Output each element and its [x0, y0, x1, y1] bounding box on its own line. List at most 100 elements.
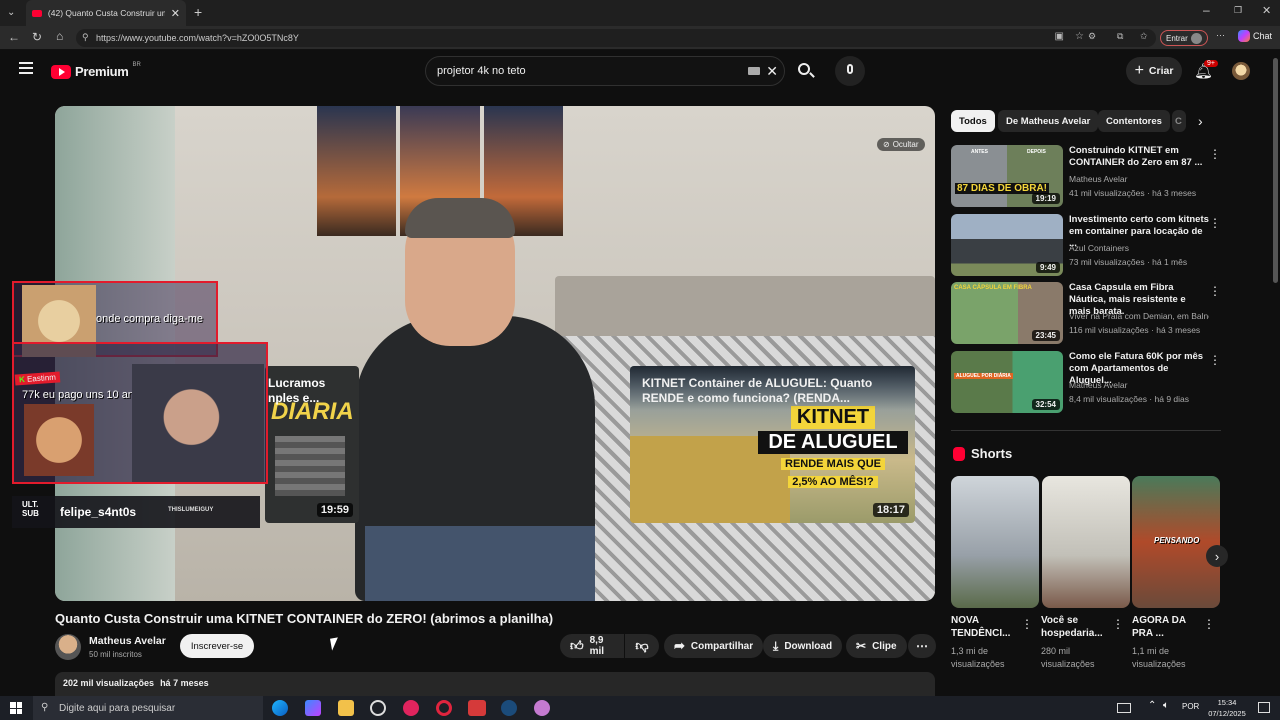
thumbs-down-icon: 👎︎: [635, 638, 649, 653]
stream-overlay-message-2: K Eastinm 77k eu pago uns 10 anos de alu…: [12, 342, 268, 484]
hamburger-menu-icon[interactable]: [19, 62, 33, 74]
avatar: [1190, 32, 1202, 44]
url-input[interactable]: ⚲ https://www.youtube.com/watch?v=hZO0O5…: [76, 29, 1156, 47]
recommended-video[interactable]: ALUGUEL POR DIÁRIA 32:54 Como ele Fatura…: [951, 351, 1221, 413]
laughing-meme-image: [24, 404, 94, 476]
create-button[interactable]: + Criar: [1126, 57, 1182, 85]
maximize-icon[interactable]: ❐: [1234, 5, 1242, 16]
reload-icon[interactable]: ↻: [32, 30, 42, 44]
like-button[interactable]: 👍︎ 8,9 mil: [560, 634, 624, 658]
home-icon[interactable]: ⌂: [56, 29, 63, 43]
recommended-video[interactable]: ANTES DEPOIS 87 DIAS DE OBRA! 19:19 Cons…: [951, 145, 1221, 207]
new-tab-icon[interactable]: +: [194, 4, 202, 20]
more-vert-icon[interactable]: ⋮: [1209, 284, 1221, 298]
app-icon[interactable]: [468, 700, 486, 716]
rec-title: Construindo KITNET em CONTAINER do Zero …: [1069, 145, 1203, 168]
shorts-logo-icon: [953, 446, 965, 461]
microphone-icon: [847, 64, 853, 74]
chip-all[interactable]: Todos: [951, 110, 995, 132]
hide-endscreen-button[interactable]: ⊘ Ocultar: [877, 138, 925, 151]
clip-label: Clipe: [872, 640, 897, 652]
dislike-button[interactable]: 👎︎: [625, 634, 659, 658]
recommended-video[interactable]: 9:49 Investimento certo com kitnets em c…: [951, 214, 1221, 276]
media-player-icon[interactable]: [403, 700, 419, 716]
date: 07/12/2025: [1208, 709, 1246, 718]
browser-tab-active[interactable]: (42) Quanto Custa Construir uma K ✕: [26, 0, 186, 26]
tab-close-icon[interactable]: ✕: [171, 7, 180, 20]
extensions-icon[interactable]: ⚙: [1088, 31, 1096, 42]
copilot-icon[interactable]: [305, 700, 321, 716]
youtube-header: Premium BR projetor 4k no teto ✕ + Criar…: [0, 50, 1270, 92]
youtube-logo[interactable]: Premium BR: [51, 62, 141, 79]
edge-browser-icon[interactable]: [272, 700, 288, 716]
windows-start-icon[interactable]: [10, 702, 22, 714]
shorts-next-button[interactable]: ›: [1206, 545, 1228, 567]
voice-search-button[interactable]: [835, 56, 865, 86]
profile-signin-button[interactable]: Entrar: [1160, 30, 1208, 46]
channel-avatar[interactable]: [55, 634, 81, 660]
recommended-video[interactable]: CASA CÁPSULA EM FIBRA 23:45 Casa Capsula…: [951, 282, 1221, 344]
more-vert-icon[interactable]: ⋮: [1209, 147, 1221, 161]
endcard-left-title: Lucramos nples e...: [268, 376, 326, 405]
share-icon: ➦: [674, 638, 685, 653]
chip-channel[interactable]: De Matheus Avelar: [998, 110, 1099, 132]
language-indicator[interactable]: POR: [1182, 702, 1199, 711]
volume-icon[interactable]: 🔈︎: [1163, 700, 1169, 711]
short-video[interactable]: PENSANDO: [1132, 476, 1220, 608]
chevron-right-icon[interactable]: ›: [1198, 113, 1203, 129]
more-vert-icon[interactable]: ⋮: [1021, 617, 1033, 631]
scrollbar[interactable]: [1273, 58, 1278, 283]
description-box[interactable]: 202 mil visualizações há 7 meses: [55, 672, 935, 696]
video-duration: 19:59: [316, 503, 353, 517]
copilot-chat-button[interactable]: Chat: [1238, 30, 1272, 42]
more-actions-button[interactable]: ⋯: [908, 634, 936, 658]
chip-more[interactable]: C: [1172, 110, 1186, 132]
shorts-header: Shorts: [953, 446, 1012, 461]
minimize-icon[interactable]: –: [1203, 3, 1210, 17]
notification-center-icon[interactable]: [1258, 702, 1270, 713]
plus-icon: +: [1134, 62, 1144, 79]
streamer-cam: [132, 364, 264, 482]
more-vert-icon[interactable]: ⋮: [1209, 353, 1221, 367]
clear-search-icon[interactable]: ✕: [766, 63, 778, 80]
chip-containers[interactable]: Contentores: [1098, 110, 1170, 132]
more-options-icon[interactable]: ⋯: [1216, 30, 1225, 41]
favorite-star-icon[interactable]: ☆: [1075, 31, 1084, 42]
collections-icon[interactable]: ⧉: [1117, 31, 1123, 42]
favorites-icon[interactable]: ✩: [1140, 31, 1148, 42]
share-button[interactable]: ➦ Compartilhar: [664, 634, 764, 658]
short-video[interactable]: [951, 476, 1039, 608]
clip-button[interactable]: ✂ Clipe: [846, 634, 907, 658]
back-icon[interactable]: ←: [8, 30, 20, 44]
search-input[interactable]: projetor 4k no teto ✕: [425, 56, 785, 86]
shorts-title: Shorts: [971, 446, 1013, 461]
notifications-button[interactable]: 🔔︎ 9+: [1194, 60, 1218, 81]
more-vert-icon[interactable]: ⋮: [1203, 617, 1215, 631]
read-aloud-icon[interactable]: ▣: [1055, 31, 1064, 42]
subscribe-button[interactable]: Inscrever-se: [180, 634, 254, 658]
download-button[interactable]: ⤓ Download: [763, 634, 843, 658]
file-explorer-icon[interactable]: [338, 700, 354, 716]
steam-icon[interactable]: [501, 700, 517, 716]
app-icon[interactable]: [370, 700, 386, 716]
taskbar-search-input[interactable]: ⚲ Digite aqui para pesquisar: [33, 696, 263, 720]
app-icon[interactable]: [534, 700, 550, 716]
clock[interactable]: 15:34 07/12/2025: [1205, 697, 1249, 719]
video-thumbnail: CASA CÁPSULA EM FIBRA 23:45: [951, 282, 1063, 344]
site-info-icon[interactable]: ⚲: [82, 32, 89, 43]
short-video[interactable]: [1042, 476, 1130, 608]
endscreen-video-left[interactable]: DIARIA Lucramos nples e... 19:59: [265, 366, 359, 523]
window-close-icon[interactable]: ✕: [1262, 4, 1271, 17]
more-vert-icon[interactable]: ⋮: [1112, 617, 1124, 631]
search-button[interactable]: [786, 56, 824, 86]
rec-channel: Viver na Praia com Demian, em Balneari..…: [1069, 311, 1209, 321]
keyboard-icon[interactable]: [748, 67, 760, 75]
tab-list-icon[interactable]: ⌄: [7, 7, 15, 18]
chevron-up-icon[interactable]: ⌃: [1148, 700, 1156, 711]
more-vert-icon[interactable]: ⋮: [1209, 216, 1221, 230]
endscreen-video-right[interactable]: KITNET DE ALUGUEL RENDE MAIS QUE 2,5% AO…: [630, 366, 915, 523]
opera-icon[interactable]: [436, 700, 452, 716]
account-avatar[interactable]: [1232, 62, 1250, 80]
channel-name[interactable]: Matheus Avelar: [89, 635, 166, 647]
keyboard-icon[interactable]: [1117, 703, 1131, 713]
